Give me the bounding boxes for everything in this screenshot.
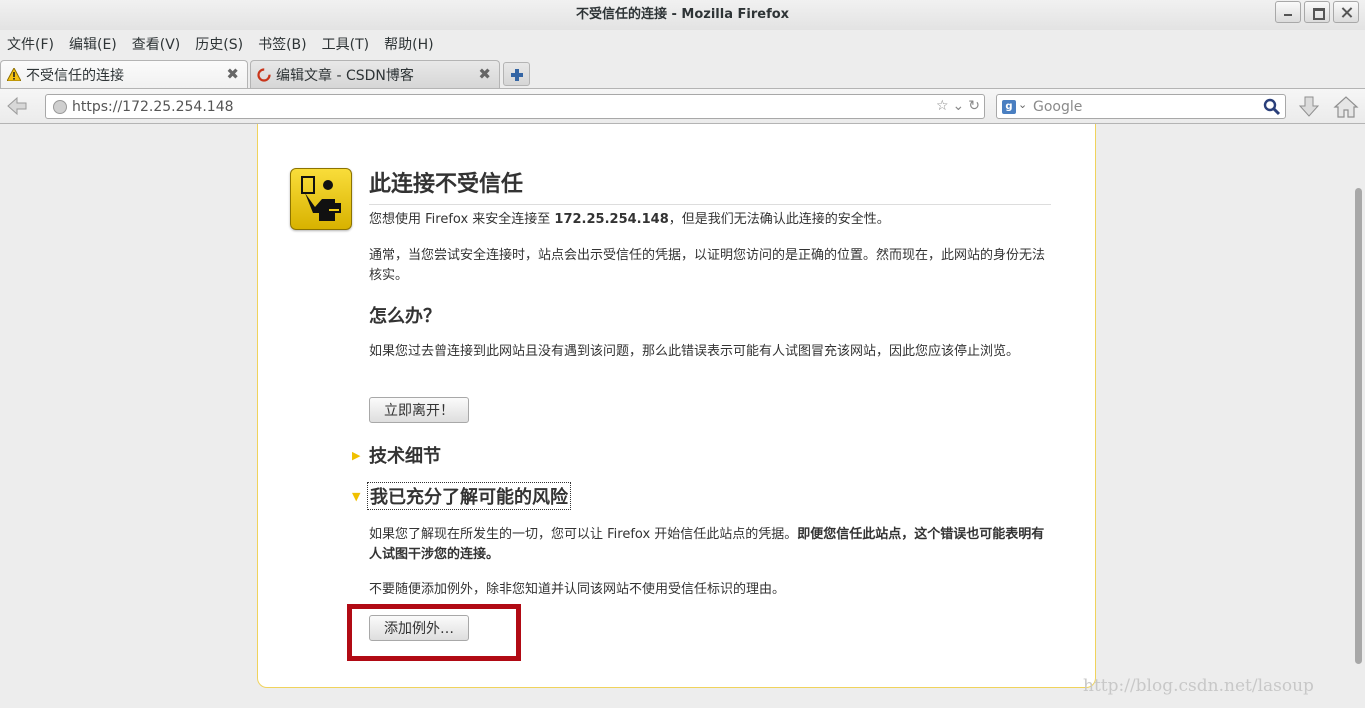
risks-text: 如果您了解现在所发生的一切，您可以让 Firefox 开始信任此站点的凭据。 bbox=[369, 527, 798, 542]
intro-prefix: 您想使用 Firefox 来安全连接至 bbox=[369, 212, 555, 227]
navigation-bar: https://172.25.254.148 ☆ ⌄ ↻ g ⌄ Google bbox=[0, 88, 1365, 124]
search-icon[interactable] bbox=[1263, 98, 1281, 116]
url-bar[interactable]: https://172.25.254.148 ☆ ⌄ ↻ bbox=[45, 94, 985, 119]
window-titlebar: 不受信任的连接 - Mozilla Firefox bbox=[0, 0, 1365, 30]
globe-icon bbox=[53, 100, 67, 114]
watermark: http://blog.csdn.net/lasoup bbox=[1083, 676, 1314, 696]
history-dropdown-icon[interactable]: ⌄ bbox=[953, 98, 965, 114]
url-text: https://172.25.254.148 bbox=[72, 98, 234, 115]
highlight-annotation-box bbox=[347, 604, 521, 661]
tab-label: 不受信任的连接 bbox=[26, 67, 124, 84]
error-page-container: 此连接不受信任 您想使用 Firefox 来安全连接至 172.25.254.1… bbox=[257, 124, 1096, 688]
intro-host: 172.25.254.148 bbox=[554, 212, 669, 227]
understand-risks-heading[interactable]: 我已充分了解可能的风险 bbox=[367, 482, 571, 510]
close-window-button[interactable] bbox=[1333, 1, 1359, 23]
tab-bar: 不受信任的连接 ✖ 编辑文章 - CSDN博客 ✖ bbox=[0, 58, 1365, 88]
what-to-do-text: 如果您过去曾连接到此网站且没有遇到该问题，那么此错误表示可能有人试图冒充该网站，… bbox=[369, 344, 1020, 359]
menu-bookmarks[interactable]: 书签(B) bbox=[258, 34, 307, 54]
new-tab-button[interactable] bbox=[503, 62, 530, 86]
maximize-button[interactable] bbox=[1304, 1, 1330, 23]
csdn-icon bbox=[257, 67, 271, 82]
back-button[interactable] bbox=[6, 95, 30, 117]
intro-paragraph: 您想使用 Firefox 来安全连接至 172.25.254.148，但是我们无… bbox=[369, 210, 1051, 230]
home-icon[interactable] bbox=[1333, 95, 1359, 119]
google-icon[interactable]: g bbox=[1002, 100, 1016, 114]
tab-untrusted-connection[interactable]: 不受信任的连接 ✖ bbox=[0, 60, 248, 88]
close-tab-icon[interactable]: ✖ bbox=[226, 67, 239, 82]
page-title: 此连接不受信任 bbox=[369, 166, 1051, 205]
expander-expanded-icon[interactable]: ▼ bbox=[352, 490, 360, 503]
vertical-scrollbar[interactable] bbox=[1352, 124, 1365, 708]
page-content: 此连接不受信任 您想使用 Firefox 来安全连接至 172.25.254.1… bbox=[0, 124, 1352, 708]
close-tab-icon[interactable]: ✖ bbox=[478, 67, 491, 82]
window-controls bbox=[1272, 1, 1359, 23]
menu-edit[interactable]: 编辑(E) bbox=[69, 34, 117, 54]
intro-suffix: ，但是我们无法确认此连接的安全性。 bbox=[668, 212, 890, 227]
window-title: 不受信任的连接 - Mozilla Firefox bbox=[575, 7, 790, 22]
download-arrow-icon[interactable] bbox=[1297, 95, 1321, 119]
minimize-button[interactable] bbox=[1275, 1, 1301, 23]
tab-csdn-edit[interactable]: 编辑文章 - CSDN博客 ✖ bbox=[250, 60, 500, 88]
security-officer-icon bbox=[290, 168, 352, 230]
menu-view[interactable]: 查看(V) bbox=[132, 34, 181, 54]
menu-file[interactable]: 文件(F) bbox=[7, 34, 54, 54]
risks-paragraph: 如果您了解现在所发生的一切，您可以让 Firefox 开始信任此站点的凭据。即便… bbox=[369, 525, 1051, 565]
menu-bar: 文件(F) 编辑(E) 查看(V) 历史(S) 书签(B) 工具(T) 帮助(H… bbox=[0, 30, 1365, 58]
warning-icon bbox=[7, 68, 21, 82]
get-me-out-button[interactable]: 立即离开！ bbox=[369, 397, 469, 423]
bookmark-star-icon[interactable]: ☆ bbox=[936, 98, 949, 114]
what-to-do-heading: 怎么办？ bbox=[369, 306, 441, 327]
chevron-down-icon[interactable]: ⌄ bbox=[1018, 98, 1027, 111]
scrollbar-thumb[interactable] bbox=[1355, 188, 1362, 664]
search-bar[interactable]: g ⌄ Google bbox=[996, 94, 1286, 119]
tab-label: 编辑文章 - CSDN博客 bbox=[276, 67, 414, 84]
url-bar-actions: ☆ ⌄ ↻ bbox=[936, 98, 980, 114]
risks-advice-text: 不要随便添加例外，除非您知道并认同该网站不使用受信任标识的理由。 bbox=[369, 582, 786, 597]
expander-collapsed-icon[interactable]: ▶ bbox=[352, 449, 360, 462]
explanation-paragraph: 通常，当您尝试安全连接时，站点会出示受信任的凭据，以证明您访问的是正确的位置。然… bbox=[369, 248, 1046, 283]
menu-help[interactable]: 帮助(H) bbox=[384, 34, 433, 54]
menu-tools[interactable]: 工具(T) bbox=[322, 34, 369, 54]
reload-icon[interactable]: ↻ bbox=[968, 98, 980, 114]
search-placeholder: Google bbox=[1033, 98, 1083, 115]
menu-history[interactable]: 历史(S) bbox=[195, 34, 243, 54]
technical-details-heading[interactable]: 技术细节 bbox=[369, 442, 441, 468]
